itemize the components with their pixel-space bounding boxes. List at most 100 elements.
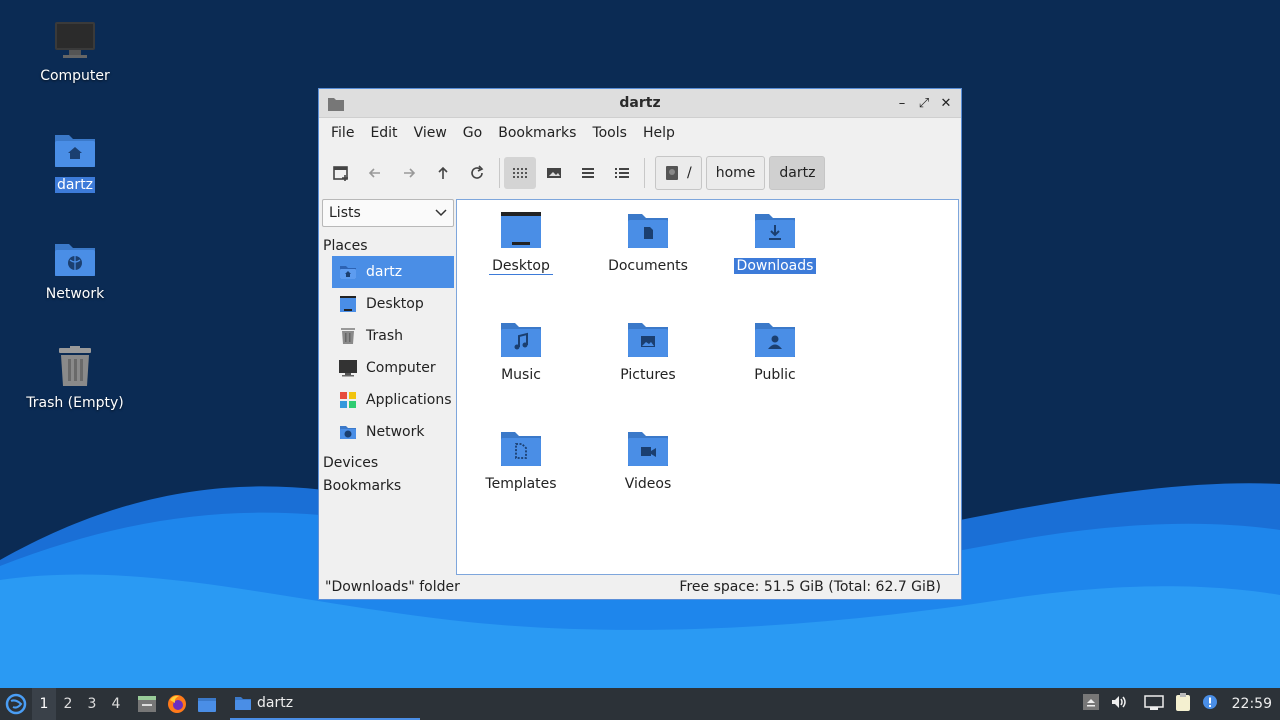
devices-header[interactable]: Devices (320, 448, 455, 471)
workspace-2[interactable]: 2 (56, 696, 80, 712)
sidebar-item-desktop[interactable]: Desktop (332, 288, 454, 320)
sidebar-item-computer[interactable]: Computer (332, 352, 454, 384)
show-desktop-button[interactable] (132, 695, 162, 713)
file-item-templates[interactable]: Templates (461, 426, 581, 492)
network-folder-icon (338, 422, 358, 442)
file-item-desktop[interactable]: Desktop (461, 208, 581, 275)
desktop-icon-trash[interactable]: Trash (Empty) (15, 345, 135, 411)
file-item-label: Pictures (620, 367, 676, 383)
window-title: dartz (619, 95, 661, 111)
status-free-space: Free space: 51.5 GiB (Total: 62.7 GiB) (679, 579, 941, 595)
file-item-videos[interactable]: Videos (588, 426, 708, 492)
file-item-public[interactable]: Public (715, 317, 835, 383)
desktop-icon-label: Computer (40, 68, 110, 84)
detailed-view-button[interactable] (606, 157, 638, 189)
sidebar-item-label: Network (366, 424, 425, 440)
desktop-icon-label: Trash (Empty) (26, 395, 124, 411)
desktop-icon-home[interactable]: dartz (15, 127, 135, 193)
menu-view[interactable]: View (406, 125, 455, 141)
menu-tools[interactable]: Tools (584, 125, 635, 141)
sidebar-item-label: Applications (366, 392, 452, 408)
new-tab-button[interactable] (325, 157, 357, 189)
volume-button[interactable] (1110, 693, 1128, 715)
file-item-music[interactable]: Music (461, 317, 581, 383)
menu-go[interactable]: Go (455, 125, 490, 141)
menu-bookmarks[interactable]: Bookmarks (490, 125, 584, 141)
breadcrumb-dartz[interactable]: dartz (769, 156, 826, 190)
desktop-icon-computer[interactable]: Computer (15, 18, 135, 84)
close-button[interactable]: ✕ (937, 93, 955, 113)
home-folder-icon (53, 127, 97, 171)
task-button-dartz[interactable]: dartz (230, 688, 420, 720)
file-item-label: Music (501, 367, 541, 383)
workspace-1[interactable]: 1 (32, 688, 56, 720)
file-item-pictures[interactable]: Pictures (588, 317, 708, 383)
firefox-launcher[interactable] (162, 694, 192, 714)
file-item-label: Templates (485, 476, 557, 492)
start-menu-button[interactable] (0, 688, 32, 720)
arrow-up-icon (438, 166, 448, 179)
firefox-icon (168, 695, 186, 713)
public-folder-icon (753, 317, 797, 361)
places-header[interactable]: Places (320, 238, 455, 254)
sidebar-item-network[interactable]: Network (332, 416, 454, 448)
clipboard-icon (1175, 693, 1190, 711)
sidebar-mode-value: Lists (329, 205, 361, 221)
pictures-folder-icon (626, 317, 670, 361)
menu-help[interactable]: Help (635, 125, 683, 141)
show-desktop-icon (138, 696, 156, 712)
sidebar-mode-select[interactable]: Lists (322, 199, 454, 227)
desktop-icon-label: Network (45, 286, 105, 302)
file-item-downloads[interactable]: Downloads (715, 208, 835, 274)
new-tab-icon (333, 166, 348, 181)
forward-button[interactable] (393, 157, 425, 189)
compact-view-button[interactable] (572, 157, 604, 189)
grid-view-icon (513, 168, 527, 178)
menu-file[interactable]: File (323, 125, 362, 141)
sidebar-item-applications[interactable]: Applications (332, 384, 454, 416)
back-button[interactable] (359, 157, 391, 189)
workspace-3[interactable]: 3 (80, 696, 104, 712)
sidebar-item-dartz[interactable]: dartz (332, 256, 454, 288)
up-button[interactable] (427, 157, 459, 189)
computer-icon (53, 18, 97, 62)
maximize-button[interactable]: ⤢ (915, 93, 933, 113)
file-manager-launcher[interactable] (192, 695, 222, 713)
clock[interactable]: 22:59 (1232, 696, 1272, 712)
menu-edit[interactable]: Edit (362, 125, 405, 141)
update-icon (1202, 695, 1217, 709)
file-manager-window: dartz – ⤢ ✕ File Edit View Go Bookmarks … (318, 88, 962, 600)
statusbar: "Downloads" folder Free space: 51.5 GiB … (319, 575, 961, 599)
network-tray-button[interactable] (1143, 693, 1164, 715)
update-notifier-button[interactable] (1202, 694, 1218, 714)
sidebar-item-label: Desktop (366, 296, 424, 312)
titlebar[interactable]: dartz – ⤢ ✕ (319, 89, 961, 118)
file-view[interactable]: Desktop Documents Downloads Music Pictur… (456, 199, 959, 575)
file-item-label: Videos (624, 476, 672, 492)
workspace-4[interactable]: 4 (104, 696, 128, 712)
templates-folder-icon (499, 426, 543, 470)
thumbnail-view-button[interactable] (538, 157, 570, 189)
detail-list-icon (615, 168, 629, 178)
folder-icon (198, 698, 216, 712)
file-item-label: Desktop (489, 258, 553, 275)
breadcrumb-root[interactable]: / (655, 156, 702, 190)
minimize-button[interactable]: – (893, 93, 911, 113)
clipboard-button[interactable] (1174, 692, 1192, 716)
eject-button[interactable] (1082, 693, 1100, 715)
breadcrumb-home[interactable]: home (705, 156, 766, 190)
network-folder-icon (53, 236, 97, 280)
desktop-icon-network[interactable]: Network (15, 236, 135, 302)
chevron-down-icon (435, 209, 447, 217)
breadcrumb: / home dartz (655, 156, 826, 190)
file-item-documents[interactable]: Documents (588, 208, 708, 274)
taskbar: 1 2 3 4 dartz 22:59 (0, 688, 1280, 720)
reload-button[interactable] (461, 157, 493, 189)
sidebar-item-trash[interactable]: Trash (332, 320, 454, 352)
bookmarks-header[interactable]: Bookmarks (320, 471, 455, 494)
breadcrumb-root-label: / (687, 165, 692, 181)
icon-view-button[interactable] (504, 157, 536, 189)
drive-icon (666, 166, 678, 180)
trash-icon (338, 326, 358, 346)
volume-icon (1111, 696, 1126, 708)
